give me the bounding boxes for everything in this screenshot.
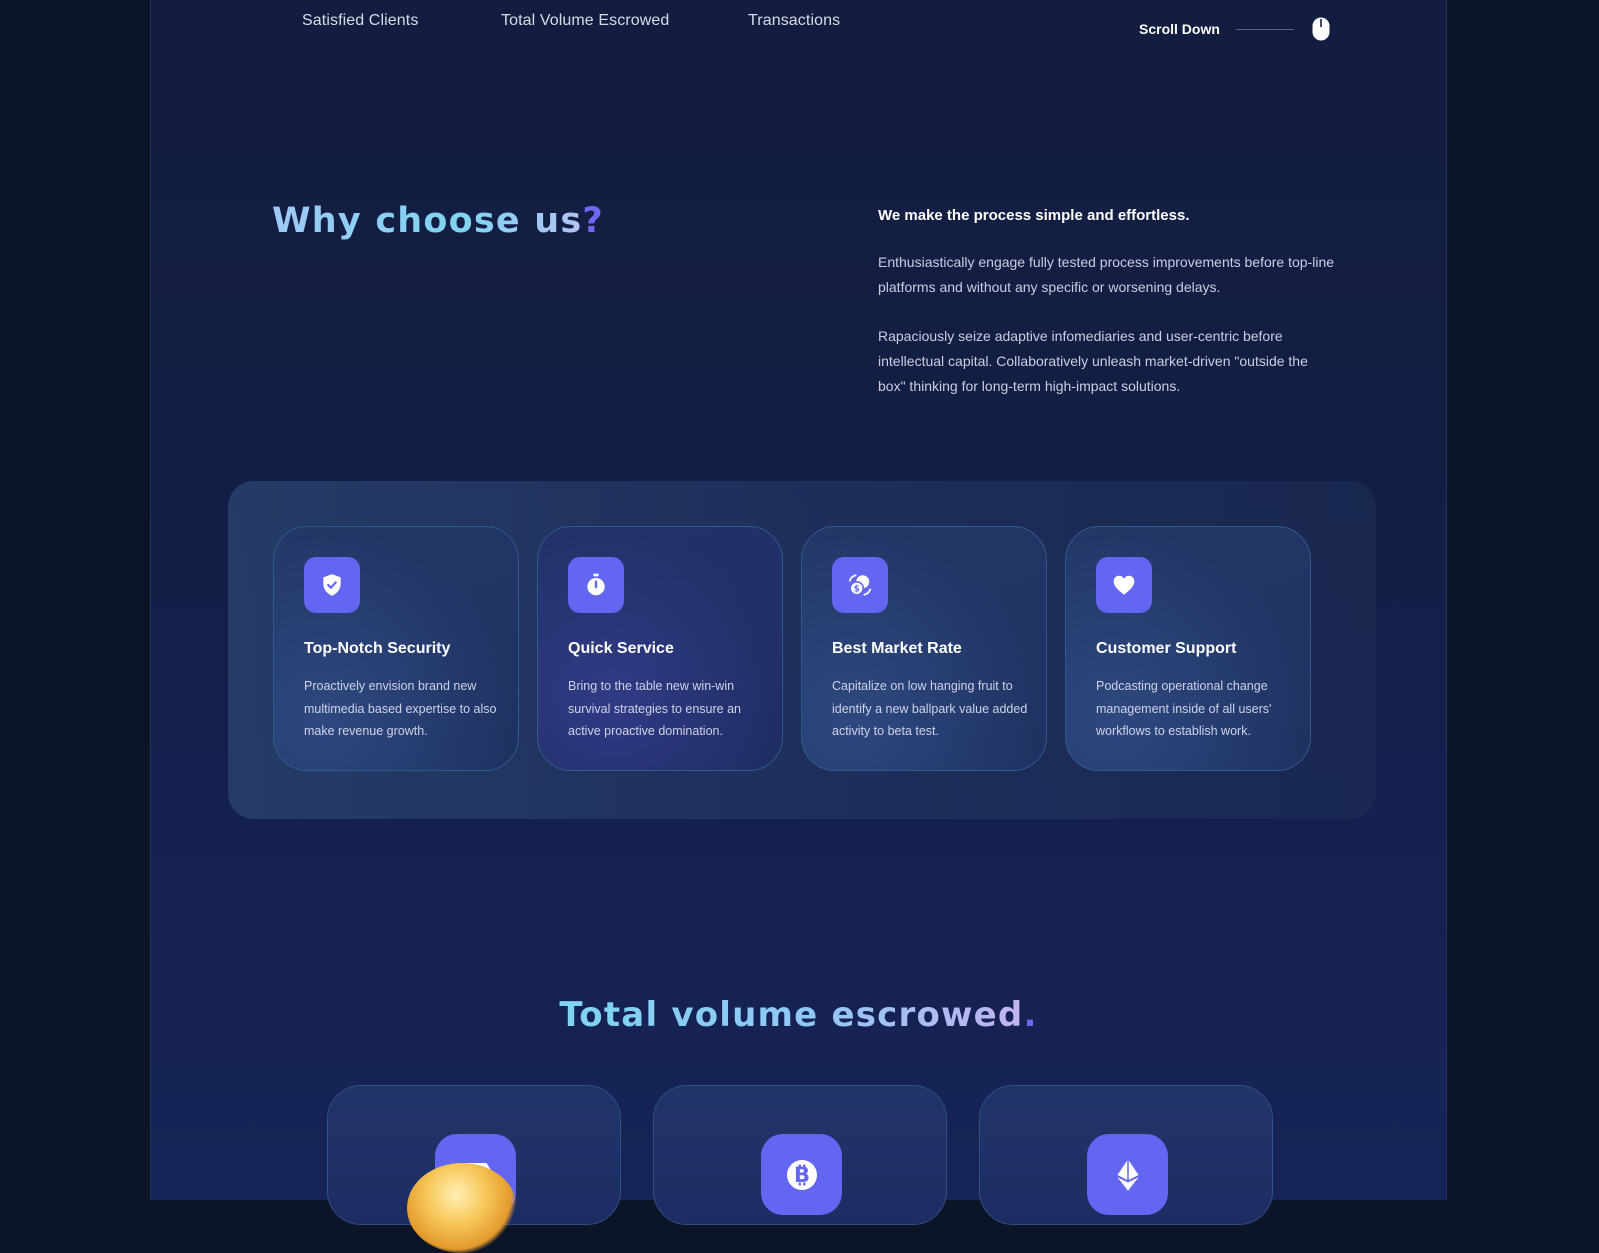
feature-description: Capitalize on low hanging fruit to ident… [832, 679, 1028, 738]
feature-description: Bring to the table new win-win survival … [568, 679, 742, 738]
feature-title: Top-Notch Security [304, 640, 451, 657]
why-lead-text: We make the process simple and effortles… [878, 207, 1190, 224]
volume-card-bitcoin[interactable]: B [653, 1085, 947, 1225]
total-volume-title: Total volume escrowed. [559, 995, 1038, 1035]
feature-description: Proactively envision brand new multimedi… [304, 679, 497, 738]
stat-link-total-volume[interactable]: Total Volume Escrowed [501, 12, 669, 30]
features-panel: Top-Notch Security Proactively envision … [228, 481, 1376, 819]
currency-exchange-icon: $ [832, 557, 888, 613]
feature-card-market-rate[interactable]: $ Best Market Rate Capitalize on low han… [801, 526, 1047, 771]
feature-card-security[interactable]: Top-Notch Security Proactively envision … [273, 526, 519, 771]
heart-icon [1096, 557, 1152, 613]
page-container: Satisfied Clients Total Volume Escrowed … [150, 0, 1447, 1253]
svg-text:B: B [793, 1163, 809, 1187]
why-paragraph-1: Enthusiastically engage fully tested pro… [878, 254, 1335, 295]
feature-title: Customer Support [1096, 640, 1237, 657]
why-choose-us-title: Why choose us? [272, 201, 604, 241]
feature-card-quick-service[interactable]: Quick Service Bring to the table new win… [537, 526, 783, 771]
why-text-block: We make the process simple and effortles… [878, 206, 1338, 423]
feature-card-customer-support[interactable]: Customer Support Podcasting operational … [1065, 526, 1311, 771]
scroll-down-control[interactable]: Scroll Down [1139, 17, 1330, 41]
stats-nav: Satisfied Clients Total Volume Escrowed … [151, 12, 1446, 42]
scroll-down-label: Scroll Down [1139, 21, 1220, 37]
stat-link-satisfied-clients[interactable]: Satisfied Clients [302, 12, 418, 30]
decorative-gold-coin [407, 1163, 517, 1253]
why-paragraph-2: Rapaciously seize adaptive infomediaries… [878, 328, 1308, 394]
svg-text:$: $ [854, 585, 860, 595]
feature-title: Best Market Rate [832, 640, 962, 657]
ethereum-icon [1087, 1134, 1168, 1215]
feature-description: Podcasting operational change management… [1096, 679, 1272, 738]
bitcoin-icon: B [761, 1134, 842, 1215]
stopwatch-icon [568, 557, 624, 613]
stat-link-transactions[interactable]: Transactions [748, 12, 840, 30]
volume-card-ethereum[interactable] [979, 1085, 1273, 1225]
shield-check-icon [304, 557, 360, 613]
mouse-scroll-icon [1312, 17, 1330, 41]
feature-title: Quick Service [568, 640, 674, 657]
scroll-divider-line [1235, 28, 1294, 30]
